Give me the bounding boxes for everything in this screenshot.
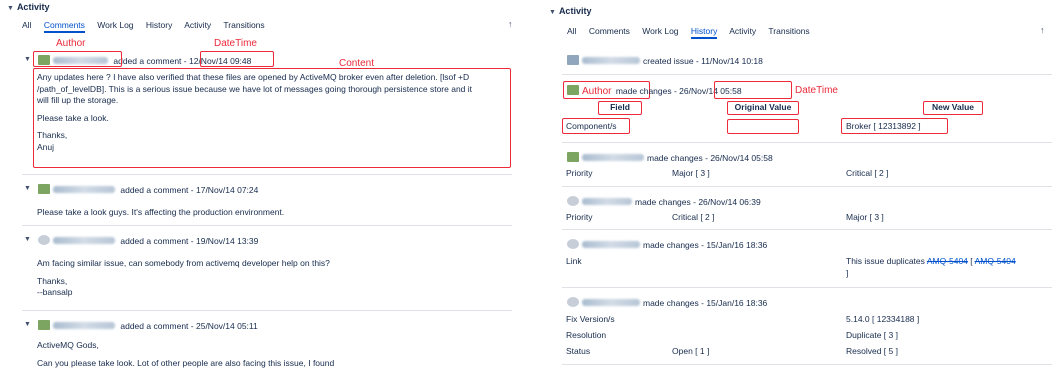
divider [22, 225, 512, 226]
tab-history[interactable]: History [146, 20, 172, 30]
comment-4-header: added a comment - 25/Nov/14 05:11 [38, 320, 258, 331]
comment-3-header: added a comment - 19/Nov/14 13:39 [38, 235, 258, 246]
avatar [567, 55, 579, 65]
tab-transitions[interactable]: Transitions [768, 26, 809, 36]
sort-arrow-icon[interactable]: ↑ [1040, 25, 1045, 35]
author-annotation: Author [56, 38, 86, 49]
author-name-blurred[interactable] [582, 241, 640, 248]
collapse-icon[interactable]: ▼ [24, 185, 31, 192]
history-entry-3: made changes - 26/Nov/14 05:58 [567, 152, 773, 163]
divider [562, 287, 1052, 288]
history-entry-4: made changes - 26/Nov/14 06:39 [567, 196, 761, 207]
author-name-blurred[interactable] [582, 198, 632, 205]
comment-2-body: Please take a look guys. It's affecting … [37, 207, 285, 217]
comment-2-header: added a comment - 17/Nov/14 07:24 [38, 184, 258, 195]
history-entry-1: created issue - 11/Nov/14 10:18 [567, 55, 763, 66]
collapse-icon[interactable]: ▼ [24, 321, 31, 328]
history-new-value: This issue duplicates AMQ-5404 [ AMQ-540… [846, 256, 1016, 266]
history-entry-5: made changes - 15/Jan/16 18:36 [567, 239, 767, 250]
datetime-highlight-box [714, 81, 792, 99]
history-field: Resolution [566, 330, 607, 340]
tab-transitions[interactable]: Transitions [223, 20, 264, 30]
field-column-label: Field [598, 101, 642, 115]
datetime-highlight-box [200, 51, 274, 67]
history-new-value: Critical [ 2 ] [846, 168, 889, 178]
left-tabs: All Comments Work Log History Activity T… [22, 20, 275, 33]
chevron-down-icon: ▼ [549, 9, 556, 16]
author-name-blurred[interactable] [582, 154, 644, 161]
avatar [567, 85, 579, 95]
author-name-blurred[interactable] [53, 186, 115, 193]
avatar [38, 184, 50, 194]
comment-date[interactable]: 25/Nov/14 05:11 [196, 321, 258, 331]
history-field: Priority [566, 168, 593, 178]
comment-1-body: Any updates here ? I have also verified … [37, 72, 473, 152]
link-close-bracket: ] [846, 268, 849, 278]
new-value-column-label: New Value [923, 101, 983, 115]
divider [22, 174, 512, 175]
comment-date[interactable]: 19/Nov/14 13:39 [196, 236, 258, 246]
tab-comments[interactable]: Comments [43, 20, 85, 33]
history-original-value: Critical [ 2 ] [672, 212, 715, 222]
history-field: Component/s [566, 121, 617, 131]
author-name-blurred[interactable] [53, 322, 115, 329]
author-name-blurred[interactable] [582, 299, 640, 306]
history-original-value: Open [ 1 ] [672, 346, 710, 356]
tab-work-log[interactable]: Work Log [97, 20, 133, 30]
comment-3-body: Am facing similar issue, can somebody fr… [37, 258, 330, 297]
history-new-value: 5.14.0 [ 12334188 ] [846, 314, 920, 324]
author-name-blurred[interactable] [53, 237, 115, 244]
issue-link[interactable]: AMQ-5404 [927, 256, 968, 266]
divider [562, 142, 1052, 143]
history-new-value: Resolved [ 5 ] [846, 346, 898, 356]
history-field: Status [566, 346, 591, 356]
right-activity-header[interactable]: ▼ Activity [549, 6, 591, 16]
sort-arrow-icon[interactable]: ↑ [508, 19, 513, 29]
chevron-down-icon: ▼ [7, 5, 14, 12]
avatar [38, 320, 50, 330]
history-new-value: Broker [ 12313892 ] [846, 121, 921, 131]
issue-link[interactable]: AMQ-5404 [975, 256, 1016, 266]
avatar [567, 196, 579, 206]
history-field: Priority [566, 212, 593, 222]
history-new-value: Major [ 3 ] [846, 212, 884, 222]
avatar [567, 297, 579, 307]
divider [22, 310, 512, 311]
author-annotation: Author [582, 86, 612, 97]
tab-work-log[interactable]: Work Log [642, 26, 678, 36]
tab-history[interactable]: History [690, 26, 718, 39]
divider [562, 74, 1052, 75]
avatar [567, 152, 579, 162]
avatar [567, 239, 579, 249]
right-tabs: All Comments Work Log History Activity T… [567, 26, 820, 39]
comment-4-body: ActiveMQ Gods, Can you please take look.… [37, 340, 335, 368]
original-value-column-label: Original Value [727, 101, 799, 115]
history-original-value: Major [ 3 ] [672, 168, 710, 178]
tab-comments[interactable]: Comments [589, 26, 630, 36]
divider [562, 364, 1052, 365]
tab-all[interactable]: All [567, 26, 576, 36]
datetime-annotation: DateTime [214, 38, 257, 49]
history-field: Fix Version/s [566, 314, 615, 324]
collapse-icon[interactable]: ▼ [24, 56, 31, 63]
history-new-value: Duplicate [ 3 ] [846, 330, 898, 340]
divider [562, 186, 1052, 187]
history-field: Link [566, 256, 582, 266]
original-value-highlight-box [727, 119, 799, 134]
author-name-blurred[interactable] [582, 57, 640, 64]
author-highlight-box [33, 51, 122, 67]
history-entry-6: made changes - 15/Jan/16 18:36 [567, 297, 767, 308]
comment-date[interactable]: 17/Nov/14 07:24 [196, 185, 258, 195]
divider [562, 229, 1052, 230]
tab-activity[interactable]: Activity [729, 26, 756, 36]
datetime-annotation: DateTime [795, 85, 838, 96]
avatar [38, 235, 50, 245]
tab-activity[interactable]: Activity [184, 20, 211, 30]
left-activity-header[interactable]: ▼ Activity [7, 2, 49, 12]
tab-all[interactable]: All [22, 20, 31, 30]
collapse-icon[interactable]: ▼ [24, 236, 31, 243]
